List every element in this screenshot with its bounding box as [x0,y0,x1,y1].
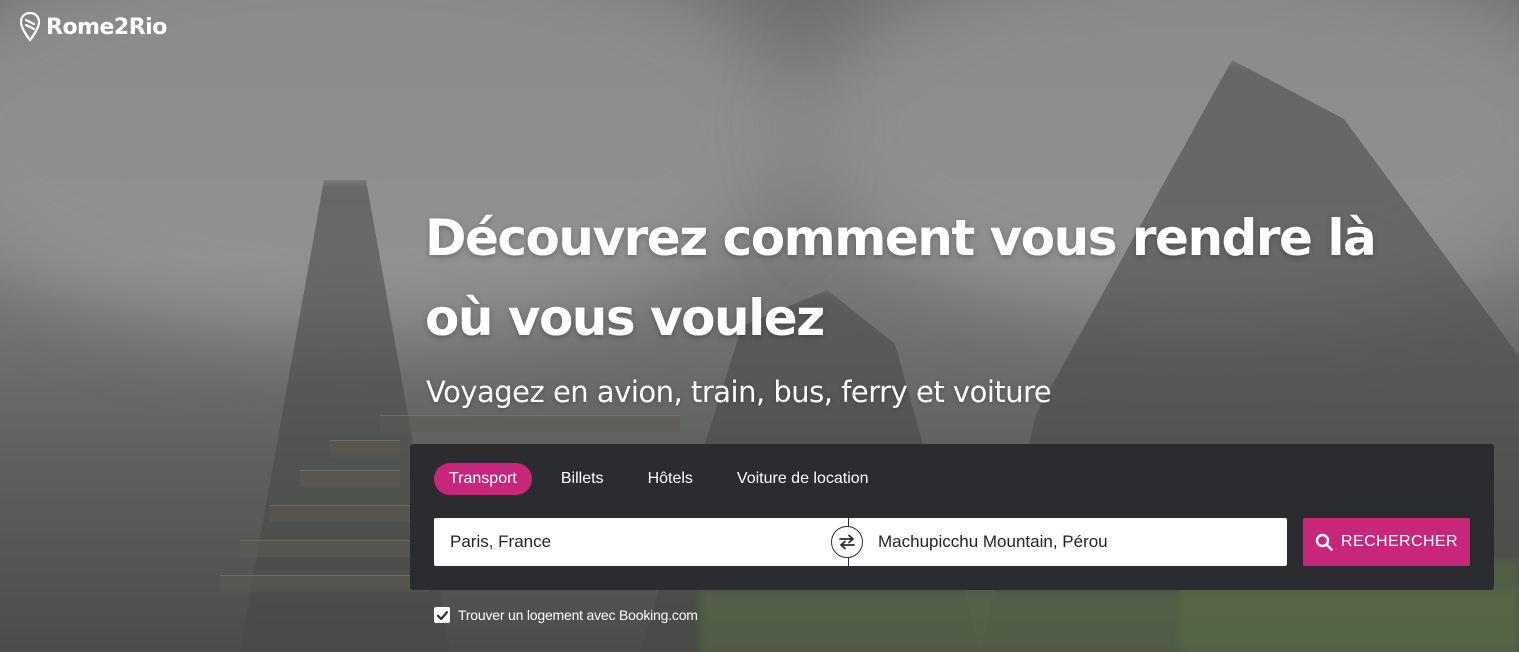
tab-transport[interactable]: Transport [434,463,532,495]
brand-logo[interactable]: Rome2Rio [20,12,167,42]
swap-arrows-icon [839,534,855,550]
origin-input[interactable]: Paris, France [434,518,848,566]
tab-voiture-de-location[interactable]: Voiture de location [722,463,884,495]
booking-checkbox[interactable] [434,607,450,623]
booking-option: Trouver un logement avec Booking.com [434,607,698,623]
magnifier-icon [1315,533,1333,551]
search-tabs: Transport Billets Hôtels Voiture de loca… [434,463,898,495]
hero-section: Rome2Rio Découvrez comment vous rendre l… [0,0,1519,652]
destination-input[interactable]: Machupicchu Mountain, Pérou [848,518,1287,566]
destination-value: Machupicchu Mountain, Pérou [878,532,1108,551]
search-button[interactable]: RECHERCHER [1303,518,1470,566]
search-panel: Transport Billets Hôtels Voiture de loca… [410,444,1494,590]
tab-billets[interactable]: Billets [546,463,619,495]
page-subheadline: Voyagez en avion, train, bus, ferry et v… [426,375,1052,409]
search-button-label: RECHERCHER [1341,533,1458,550]
checkmark-icon [436,610,448,620]
map-pin-logo-icon [20,12,40,42]
brand-name: Rome2Rio [46,14,167,40]
page-headline: Découvrez comment vous rendre là où vous… [425,209,1377,347]
tab-hotels[interactable]: Hôtels [633,463,708,495]
booking-checkbox-label[interactable]: Trouver un logement avec Booking.com [458,607,698,623]
origin-value: Paris, France [450,532,552,551]
swap-button[interactable] [831,526,863,558]
